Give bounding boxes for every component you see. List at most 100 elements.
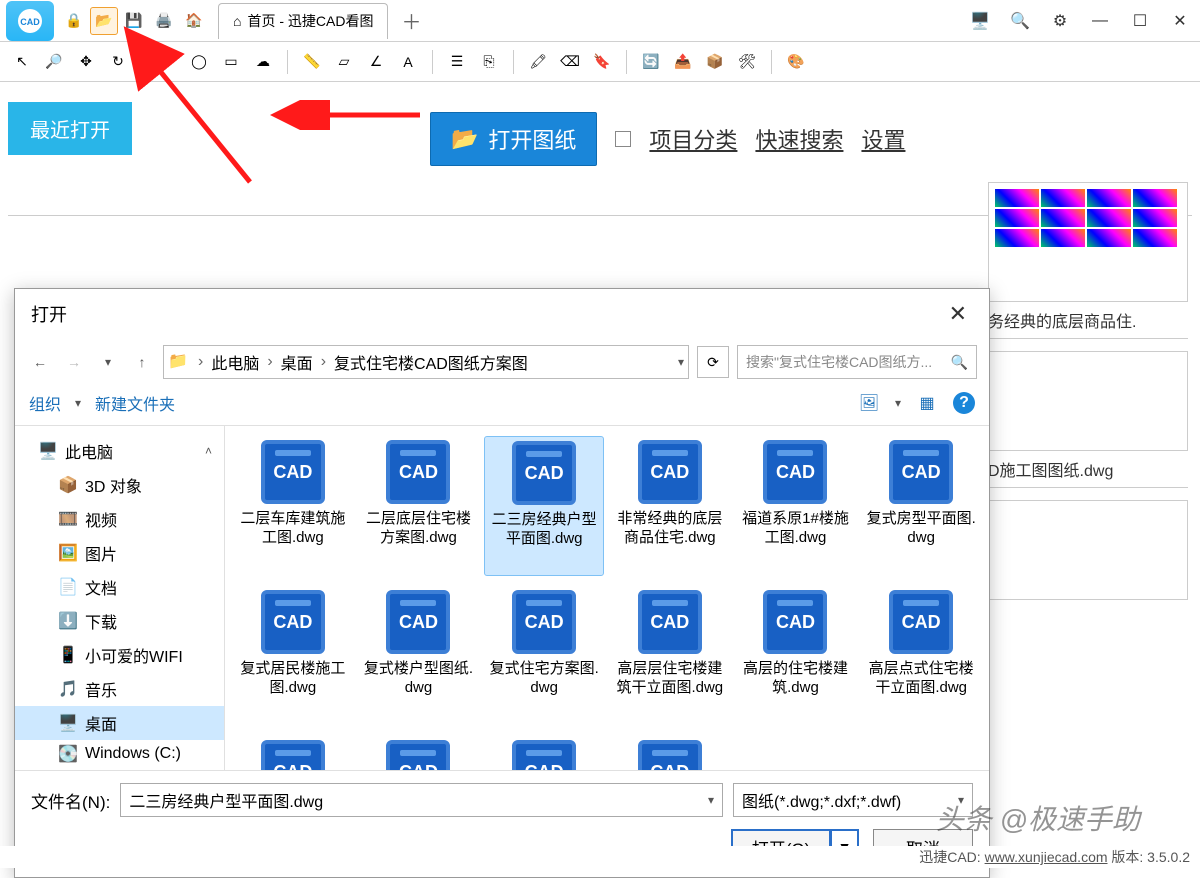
preview-slot-1[interactable] <box>988 351 1188 451</box>
tree-this-pc[interactable]: 🖥️ 此电脑 ˄ <box>15 434 224 468</box>
file-item[interactable]: CAD二层车库建筑施工图.dwg <box>233 436 353 576</box>
gear-icon[interactable]: ⚙ <box>1046 7 1074 35</box>
settings-link[interactable]: 设置 <box>861 123 905 155</box>
preview-pane-icon[interactable]: ▦ <box>915 391 939 415</box>
measure-icon[interactable]: 📏 <box>298 48 326 76</box>
area-icon[interactable]: ▱ <box>330 48 358 76</box>
tree-item-label: 音乐 <box>85 677 117 701</box>
tree-item-视频[interactable]: 🎞️视频 <box>15 502 224 536</box>
dialog-title: 打开 <box>31 301 67 327</box>
rotate-icon[interactable]: ↻ <box>104 48 132 76</box>
file-item[interactable]: CAD高层户型平面方案图.dwg <box>233 736 353 770</box>
file-item[interactable]: CAD高层户型施工图.dwg <box>359 736 479 770</box>
crumb-2[interactable]: 复式住宅楼CAD图纸方案图 <box>334 350 528 374</box>
nav-up-icon[interactable]: ↑ <box>129 349 155 375</box>
tree-item-音乐[interactable]: 🎵音乐 <box>15 672 224 706</box>
download-icon: ⬇️ <box>59 612 77 630</box>
chevron-down-icon[interactable]: ▾ <box>708 793 714 807</box>
file-item[interactable]: CAD复式楼户型图纸.dwg <box>359 586 479 726</box>
view-mode-icon[interactable]: 🖼 <box>857 391 881 415</box>
export-icon[interactable]: 📤 <box>669 48 697 76</box>
tree-item-桌面[interactable]: 🖥️桌面 <box>15 706 224 740</box>
file-item[interactable]: CAD福道系原1#楼施工图.dwg <box>736 436 856 576</box>
zoom-icon[interactable]: 🔍 <box>1006 7 1034 35</box>
search-input[interactable]: 搜索"复式住宅楼CAD图纸方... 🔍 <box>737 345 977 379</box>
file-item[interactable]: CAD非常经典的底层商品住宅.dwg <box>610 436 730 576</box>
open-folder-icon[interactable]: 📂 <box>90 7 118 35</box>
breadcrumb[interactable]: 📁 › 此电脑 › 桌面 › 复式住宅楼CAD图纸方案图 ▾ <box>163 345 689 379</box>
organize-button[interactable]: 组织 <box>29 391 61 415</box>
crumb-0[interactable]: 此电脑 <box>211 350 259 374</box>
tab-add-button[interactable]: ＋ <box>396 6 426 36</box>
maximize-icon[interactable]: ☐ <box>1126 7 1154 35</box>
file-item[interactable]: CAD高层的住宅楼建筑.dwg <box>736 586 856 726</box>
crumb-1[interactable]: 桌面 <box>281 350 313 374</box>
chevron-down-icon[interactable]: ▾ <box>678 355 684 369</box>
refresh-button[interactable]: ⟳ <box>697 346 729 378</box>
nav-back-icon[interactable]: ← <box>27 349 53 375</box>
lock-icon[interactable]: 🔒 <box>60 7 88 35</box>
layers-icon[interactable]: ☰ <box>443 48 471 76</box>
preview-thumbnail[interactable] <box>988 182 1188 302</box>
tree-item-文档[interactable]: 📄文档 <box>15 570 224 604</box>
file-item[interactable]: CAD二层底层住宅楼方案图.dwg <box>359 436 479 576</box>
category-checkbox[interactable] <box>615 131 631 147</box>
tree-item-图片[interactable]: 🖼️图片 <box>15 536 224 570</box>
open-drawing-button[interactable]: 📂 打开图纸 <box>430 112 597 166</box>
file-item[interactable]: CAD <box>484 736 604 770</box>
line-icon[interactable]: ╱ <box>153 48 181 76</box>
cloud-icon[interactable]: ☁ <box>249 48 277 76</box>
cad-file-icon: CAD <box>261 740 325 770</box>
minimize-icon[interactable]: — <box>1086 7 1114 35</box>
nav-recent-icon[interactable]: ▾ <box>95 349 121 375</box>
close-icon[interactable]: ✕ <box>1166 7 1194 35</box>
print-icon[interactable]: 🖨️ <box>150 7 178 35</box>
filename-input[interactable]: 二三房经典户型平面图.dwg ▾ <box>120 783 723 817</box>
file-item[interactable]: CAD <box>610 736 730 770</box>
tree-item-3D 对象[interactable]: 📦3D 对象 <box>15 468 224 502</box>
rect-icon[interactable]: ▭ <box>217 48 245 76</box>
preview-caption: 务经典的底层商品住. <box>988 302 1188 339</box>
swap-icon[interactable]: 🔄 <box>637 48 665 76</box>
box-icon[interactable]: 📦 <box>701 48 729 76</box>
save-icon[interactable]: 💾 <box>120 7 148 35</box>
stamp-icon[interactable]: 🔖 <box>588 48 616 76</box>
file-item[interactable]: CAD二三房经典户型平面图.dwg <box>484 436 604 576</box>
pan-icon[interactable]: ✥ <box>72 48 100 76</box>
angle-icon[interactable]: ∠ <box>362 48 390 76</box>
tool-icon[interactable]: 🛠 <box>733 48 761 76</box>
recent-open-button[interactable]: 最近打开 <box>8 102 132 155</box>
tree-item-小可爱的WIFI[interactable]: 📱小可爱的WIFI <box>15 638 224 672</box>
preview-slot-2[interactable] <box>988 500 1188 600</box>
tree-item-Windows (C:)[interactable]: 💽Windows (C:) <box>15 740 224 768</box>
file-filter-select[interactable]: 图纸(*.dwg;*.dxf;*.dwf) ▾ <box>733 783 973 817</box>
file-item[interactable]: CAD复式住宅方案图.dwg <box>484 586 604 726</box>
new-folder-button[interactable]: 新建文件夹 <box>95 391 175 415</box>
text-icon[interactable]: A <box>394 48 422 76</box>
tab-home[interactable]: ⌂ 首页 - 迅捷CAD看图 <box>218 3 388 39</box>
file-item[interactable]: CAD复式居民楼施工图.dwg <box>233 586 353 726</box>
dialog-address-row: ← → ▾ ↑ 📁 › 此电脑 › 桌面 › 复式住宅楼CAD图纸方案图 ▾ ⟳… <box>15 339 989 385</box>
dialog-close-button[interactable]: ✕ <box>943 301 973 327</box>
cad-file-icon: CAD <box>889 590 953 654</box>
nav-forward-icon[interactable]: → <box>61 349 87 375</box>
palette-icon[interactable]: 🎨 <box>782 48 810 76</box>
file-item[interactable]: CAD复式房型平面图.dwg <box>861 436 981 576</box>
category-link[interactable]: 项目分类 <box>649 123 737 155</box>
chevron-down-icon[interactable]: ▾ <box>75 396 81 410</box>
cad-file-icon: CAD <box>261 440 325 504</box>
highlight-icon[interactable]: 🖍 <box>524 48 552 76</box>
cursor-icon[interactable]: ↖ <box>8 48 36 76</box>
search-icon: 🔍 <box>951 354 968 371</box>
file-item[interactable]: CAD高层点式住宅楼干立面图.dwg <box>861 586 981 726</box>
tree-item-下载[interactable]: ⬇️下载 <box>15 604 224 638</box>
help-icon[interactable]: ? <box>953 392 975 414</box>
file-item[interactable]: CAD高层层住宅楼建筑干立面图.dwg <box>610 586 730 726</box>
circle-icon[interactable]: ◯ <box>185 48 213 76</box>
zoom-window-icon[interactable]: 🔎 <box>40 48 68 76</box>
eraser-icon[interactable]: ⌫ <box>556 48 584 76</box>
home-icon[interactable]: 🏠 <box>180 7 208 35</box>
copy-icon[interactable]: ⎘ <box>475 48 503 76</box>
monitor-icon[interactable]: 🖥️ <box>966 7 994 35</box>
quick-search-link[interactable]: 快速搜索 <box>755 123 843 155</box>
